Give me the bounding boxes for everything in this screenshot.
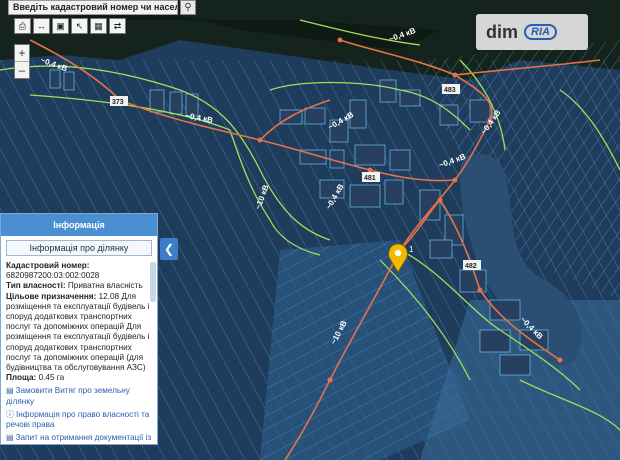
layers-icon[interactable]: ▦: [90, 18, 107, 34]
panel-scrollbar[interactable]: [150, 262, 156, 302]
watermark-logo: dim RIA: [476, 14, 588, 50]
panel-subtitle: Інформація про ділянку: [6, 240, 152, 256]
marker-label: 1: [409, 245, 414, 254]
document-icon: ▤: [6, 386, 14, 396]
cadastral-value: 6820987200:03:002:0028: [6, 271, 100, 281]
print-icon[interactable]: ⎙: [14, 18, 31, 34]
area-value: 0.45 га: [38, 373, 65, 383]
chevron-left-icon: ❮: [163, 242, 175, 256]
document-icon: ▤: [6, 433, 14, 443]
purpose-value: 12.08 Для розміщення та експлуатації буд…: [6, 291, 150, 373]
panel-header: Інформація: [1, 214, 157, 236]
documentation-request-link[interactable]: ▤Запит на отримання документації із земл…: [6, 433, 152, 444]
collapse-panel-button[interactable]: ❮: [160, 238, 178, 260]
ownership-info-link[interactable]: ⓘ Інформація про право власності та речов…: [6, 410, 152, 430]
pole-label: 373: [112, 99, 124, 106]
search-icon[interactable]: ⚲: [180, 0, 196, 15]
order-extract-link[interactable]: ▤ Замовити Витяг про земельну ділянку: [6, 386, 152, 406]
area-icon[interactable]: ▣: [52, 18, 69, 34]
watermark-dim: dim: [486, 21, 519, 42]
ownership-value: Приватна власність: [67, 281, 143, 291]
purpose-label: Цільове призначення:: [6, 291, 97, 301]
zoom-control: + –: [14, 44, 30, 79]
ownership-label: Тип власності:: [6, 281, 66, 291]
info-panel: Інформація Інформація про ділянку Кадаст…: [0, 213, 158, 445]
search-input[interactable]: Введіть кадастровий номер чи населений: [8, 0, 178, 15]
route-icon[interactable]: ⇄: [109, 18, 126, 34]
pole-label: 482: [465, 263, 477, 270]
zoom-out-button[interactable]: –: [15, 61, 29, 78]
map-toolbar: ⎙ ↔ ▣ ↖ ▦ ⇄: [14, 18, 126, 34]
watermark-ria: RIA: [524, 24, 557, 40]
pointer-icon[interactable]: ↖: [71, 18, 88, 34]
measure-icon[interactable]: ↔: [33, 18, 50, 34]
area-label: Площа:: [6, 373, 37, 383]
pole-label: 481: [364, 175, 376, 182]
cadastral-label: Кадастровий номер:: [6, 261, 90, 270]
pole-label: 483: [444, 87, 456, 94]
zoom-in-button[interactable]: +: [15, 45, 29, 61]
info-icon: ⓘ: [6, 409, 14, 419]
